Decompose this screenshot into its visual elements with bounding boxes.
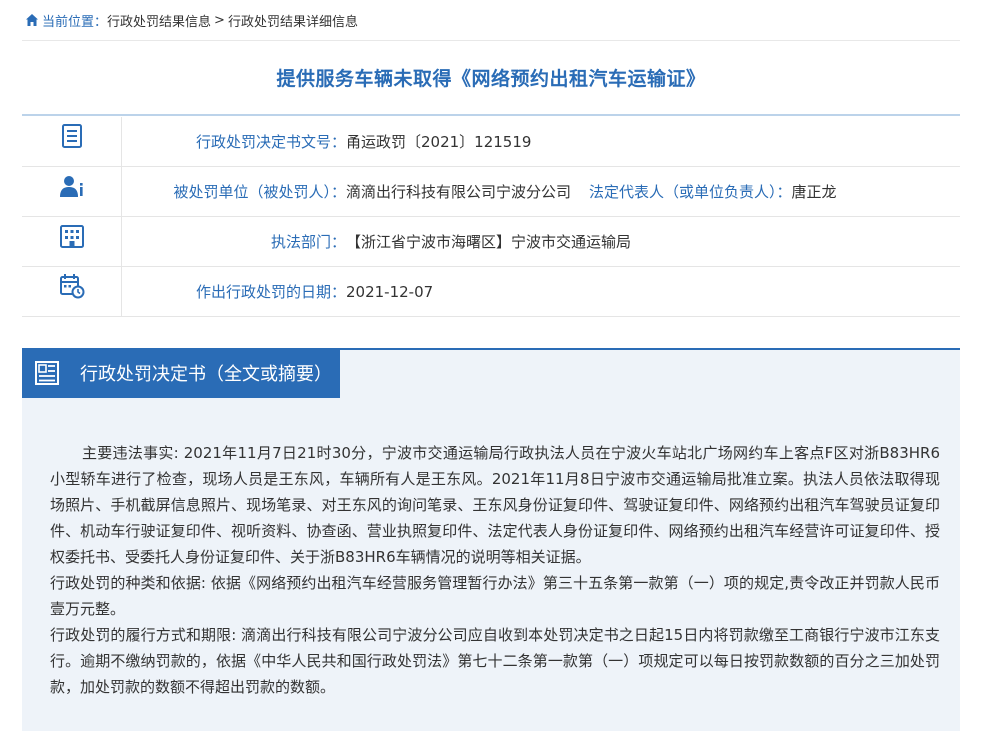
title-section: 提供服务车辆未取得《网络预约出租汽车运输证》 (22, 40, 960, 116)
info-row-department: 执法部门： 【浙江省宁波市海曙区】宁波市交通运输局 (22, 217, 960, 267)
info-row-party: 被处罚单位（被处罚人）： 滴滴出行科技有限公司宁波分公司 法定代表人（或单位负责… (22, 167, 960, 217)
info-row-date: 作出行政处罚的日期： 2021-12-07 (22, 267, 960, 317)
decision-basis: 行政处罚的种类和依据: 依据《网络预约出租汽车经营服务管理暂行办法》第三十五条第… (50, 574, 940, 618)
icon-cell (22, 217, 122, 266)
decision-performance: 行政处罚的履行方式和期限: 滴滴出行科技有限公司宁波分公司应自收到本处罚决定书之… (50, 626, 940, 696)
breadcrumb-prefix: 当前位置： (42, 14, 108, 30)
department-label: 执法部门： (270, 233, 346, 251)
home-icon (26, 14, 38, 26)
icon-cell (22, 267, 122, 316)
calendar-icon (59, 274, 84, 299)
decision-header: 行政处罚决定书（全文或摘要） (22, 348, 340, 398)
party-label: 被处罚单位（被处罚人）： (173, 183, 346, 201)
breadcrumb-link-detail[interactable]: 行政处罚结果详细信息 (228, 11, 358, 30)
decision-doc-icon (35, 361, 59, 385)
icon-cell (22, 117, 122, 166)
icon-cell (22, 167, 122, 216)
breadcrumb-separator: > (214, 12, 225, 28)
building-icon (59, 225, 84, 248)
date-value: 2021-12-07 (346, 282, 434, 301)
date-label: 作出行政处罚的日期： (195, 283, 346, 301)
decision-facts: 主要违法事实: 2021年11月7日21时30分，宁波市交通运输局行政执法人员在… (50, 444, 940, 566)
party-value: 滴滴出行科技有限公司宁波分公司 (346, 183, 572, 201)
decision-body: 主要违法事实: 2021年11月7日21时30分，宁波市交通运输局行政执法人员在… (50, 440, 940, 700)
decision-number-label: 行政处罚决定书文号： (195, 133, 346, 151)
page-title: 提供服务车辆未取得《网络预约出租汽车运输证》 (276, 68, 706, 90)
document-number-icon (61, 124, 82, 148)
legal-rep-value: 唐正龙 (791, 183, 837, 201)
decision-header-title: 行政处罚决定书（全文或摘要） (80, 364, 332, 385)
decision-number-value: 甬运政罚〔2021〕121519 (346, 133, 532, 151)
breadcrumb-link-results[interactable]: 行政处罚结果信息 (107, 11, 211, 30)
info-row-decision-number: 行政处罚决定书文号： 甬运政罚〔2021〕121519 (22, 117, 960, 167)
decision-panel: 行政处罚决定书（全文或摘要） 主要违法事实: 2021年11月7日21时30分，… (22, 348, 960, 731)
legal-rep-label: 法定代表人（或单位负责人）： (589, 183, 792, 201)
info-table: 行政处罚决定书文号： 甬运政罚〔2021〕121519 被处罚单位（被处罚人）：… (22, 117, 960, 317)
person-icon (59, 176, 83, 197)
department-value: 【浙江省宁波市海曙区】宁波市交通运输局 (346, 233, 632, 251)
breadcrumb: 当前位置： 行政处罚结果信息 > 行政处罚结果详细信息 (25, 10, 358, 30)
